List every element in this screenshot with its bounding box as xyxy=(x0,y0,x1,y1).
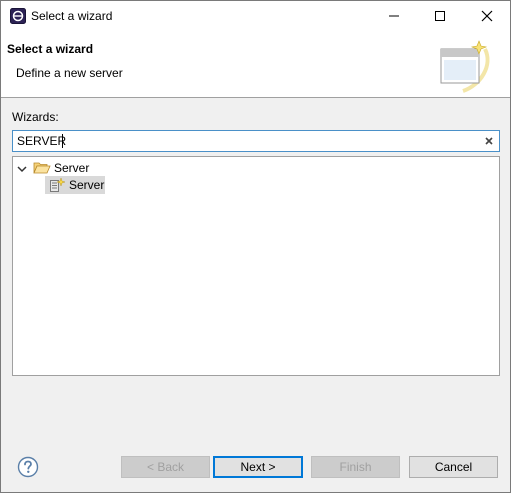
tree-category-label: Server xyxy=(54,161,90,175)
wizard-dialog: Select a wizard Select a wizard Define a… xyxy=(0,0,511,493)
window-title: Select a wizard xyxy=(31,9,113,23)
close-button[interactable] xyxy=(464,1,510,31)
chevron-down-icon[interactable] xyxy=(17,163,27,173)
wizard-tree[interactable]: Server Server xyxy=(12,156,500,376)
clear-icon[interactable] xyxy=(483,135,495,147)
folder-open-icon xyxy=(33,161,51,175)
eclipse-icon xyxy=(10,8,26,24)
back-button[interactable]: < Back xyxy=(121,456,210,478)
next-button[interactable]: Next > xyxy=(213,456,303,478)
wizard-banner-icon xyxy=(433,39,493,93)
title-bar: Select a wizard xyxy=(1,1,510,31)
help-button[interactable] xyxy=(17,456,39,478)
banner-title: Select a wizard xyxy=(7,42,94,56)
server-wizard-icon xyxy=(49,177,66,193)
maximize-button[interactable] xyxy=(417,1,463,31)
minimize-button[interactable] xyxy=(371,1,417,31)
close-icon xyxy=(481,10,493,22)
wizard-banner: Select a wizard Define a new server xyxy=(1,31,510,98)
banner-description: Define a new server xyxy=(16,66,123,80)
wizard-filter-input[interactable]: SERVER xyxy=(12,130,500,152)
finish-button[interactable]: Finish xyxy=(311,456,400,478)
tree-item-label: Server xyxy=(69,178,105,192)
help-icon xyxy=(17,456,39,478)
wizards-label: Wizards: xyxy=(12,110,59,124)
cancel-button[interactable]: Cancel xyxy=(409,456,498,478)
filter-value: SERVER xyxy=(17,134,67,148)
text-caret xyxy=(62,134,63,148)
minimize-icon xyxy=(389,15,399,17)
maximize-icon xyxy=(435,11,445,21)
